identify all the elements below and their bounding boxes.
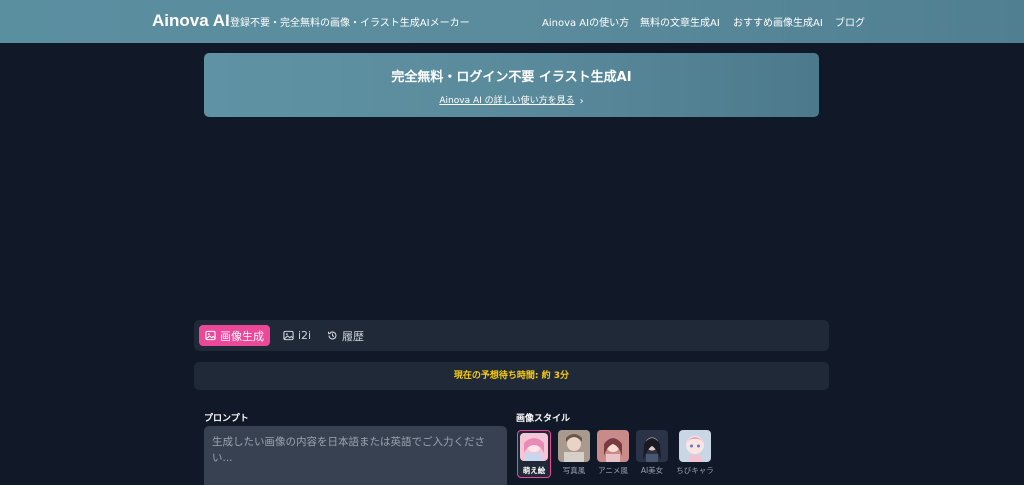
style-option-anime[interactable]: アニメ風	[593, 430, 633, 480]
style-option-chibi[interactable]: ちびキャラ	[675, 430, 715, 480]
banner-guide-link-text[interactable]: Ainova AI の詳しい使い方を見る	[439, 96, 574, 106]
tab-i2i-label: i2i	[298, 329, 312, 342]
mode-tabs: 画像生成 i2i 履歴	[194, 320, 829, 351]
tab-i2i[interactable]: i2i	[277, 325, 317, 346]
style-label-chibi: ちびキャラ	[676, 466, 714, 475]
image-icon	[205, 330, 216, 341]
tab-image-generation-label: 画像生成	[220, 329, 264, 343]
banner-title: 完全無料・ログイン不要 イラスト生成AI	[391, 70, 632, 85]
brand-tagline: 登録不要・完全無料の画像・イラスト生成AIメーカー	[230, 18, 470, 29]
style-option-photo[interactable]: 写真風	[554, 430, 594, 480]
style-option-ai-beauty[interactable]: AI美女	[632, 430, 672, 480]
nav-link-usage[interactable]: Ainova AIの使い方	[542, 14, 629, 29]
image-style-label: 画像スタイル	[516, 414, 571, 424]
brand-logo[interactable]: Ainova AI	[152, 11, 230, 31]
style-thumbnail-photo	[558, 430, 590, 462]
prompt-input[interactable]	[204, 426, 507, 485]
style-thumbnail-anime	[597, 430, 629, 462]
top-header: Ainova AI 登録不要・完全無料の画像・イラスト生成AIメーカー Aino…	[0, 0, 1024, 43]
wait-time-notice: 現在の予想待ち時間: 約 3分	[194, 362, 829, 390]
nav-link-text-ai[interactable]: 無料の文章生成AI	[640, 14, 720, 29]
nav-link-recommended-image-ai[interactable]: おすすめ画像生成AI	[733, 14, 823, 29]
style-label-anime: アニメ風	[598, 466, 628, 475]
image-icon	[283, 330, 294, 341]
banner-guide-link[interactable]: Ainova AI の詳しい使い方を見る ›	[204, 93, 819, 107]
style-option-frame: 萌え絵	[517, 430, 551, 478]
hero-banner: 完全無料・ログイン不要 イラスト生成AI Ainova AI の詳しい使い方を見…	[204, 53, 819, 117]
tab-history-label: 履歴	[342, 329, 364, 343]
chevron-right-icon: ›	[579, 96, 584, 107]
style-thumbnail-moe	[520, 433, 548, 461]
tab-history[interactable]: 履歴	[321, 325, 370, 346]
tab-image-generation[interactable]: 画像生成	[199, 325, 270, 346]
style-label-ai-beauty: AI美女	[640, 466, 664, 475]
style-label-photo: 写真風	[562, 466, 586, 475]
style-thumbnail-chibi	[679, 430, 711, 462]
nav-link-blog[interactable]: ブログ	[835, 14, 865, 29]
style-label-moe: 萌え絵	[522, 466, 546, 475]
style-option-moe[interactable]: 萌え絵	[514, 430, 554, 480]
style-thumbnail-ai-beauty	[636, 430, 668, 462]
prompt-label: プロンプト	[204, 414, 249, 424]
history-icon	[327, 331, 337, 340]
